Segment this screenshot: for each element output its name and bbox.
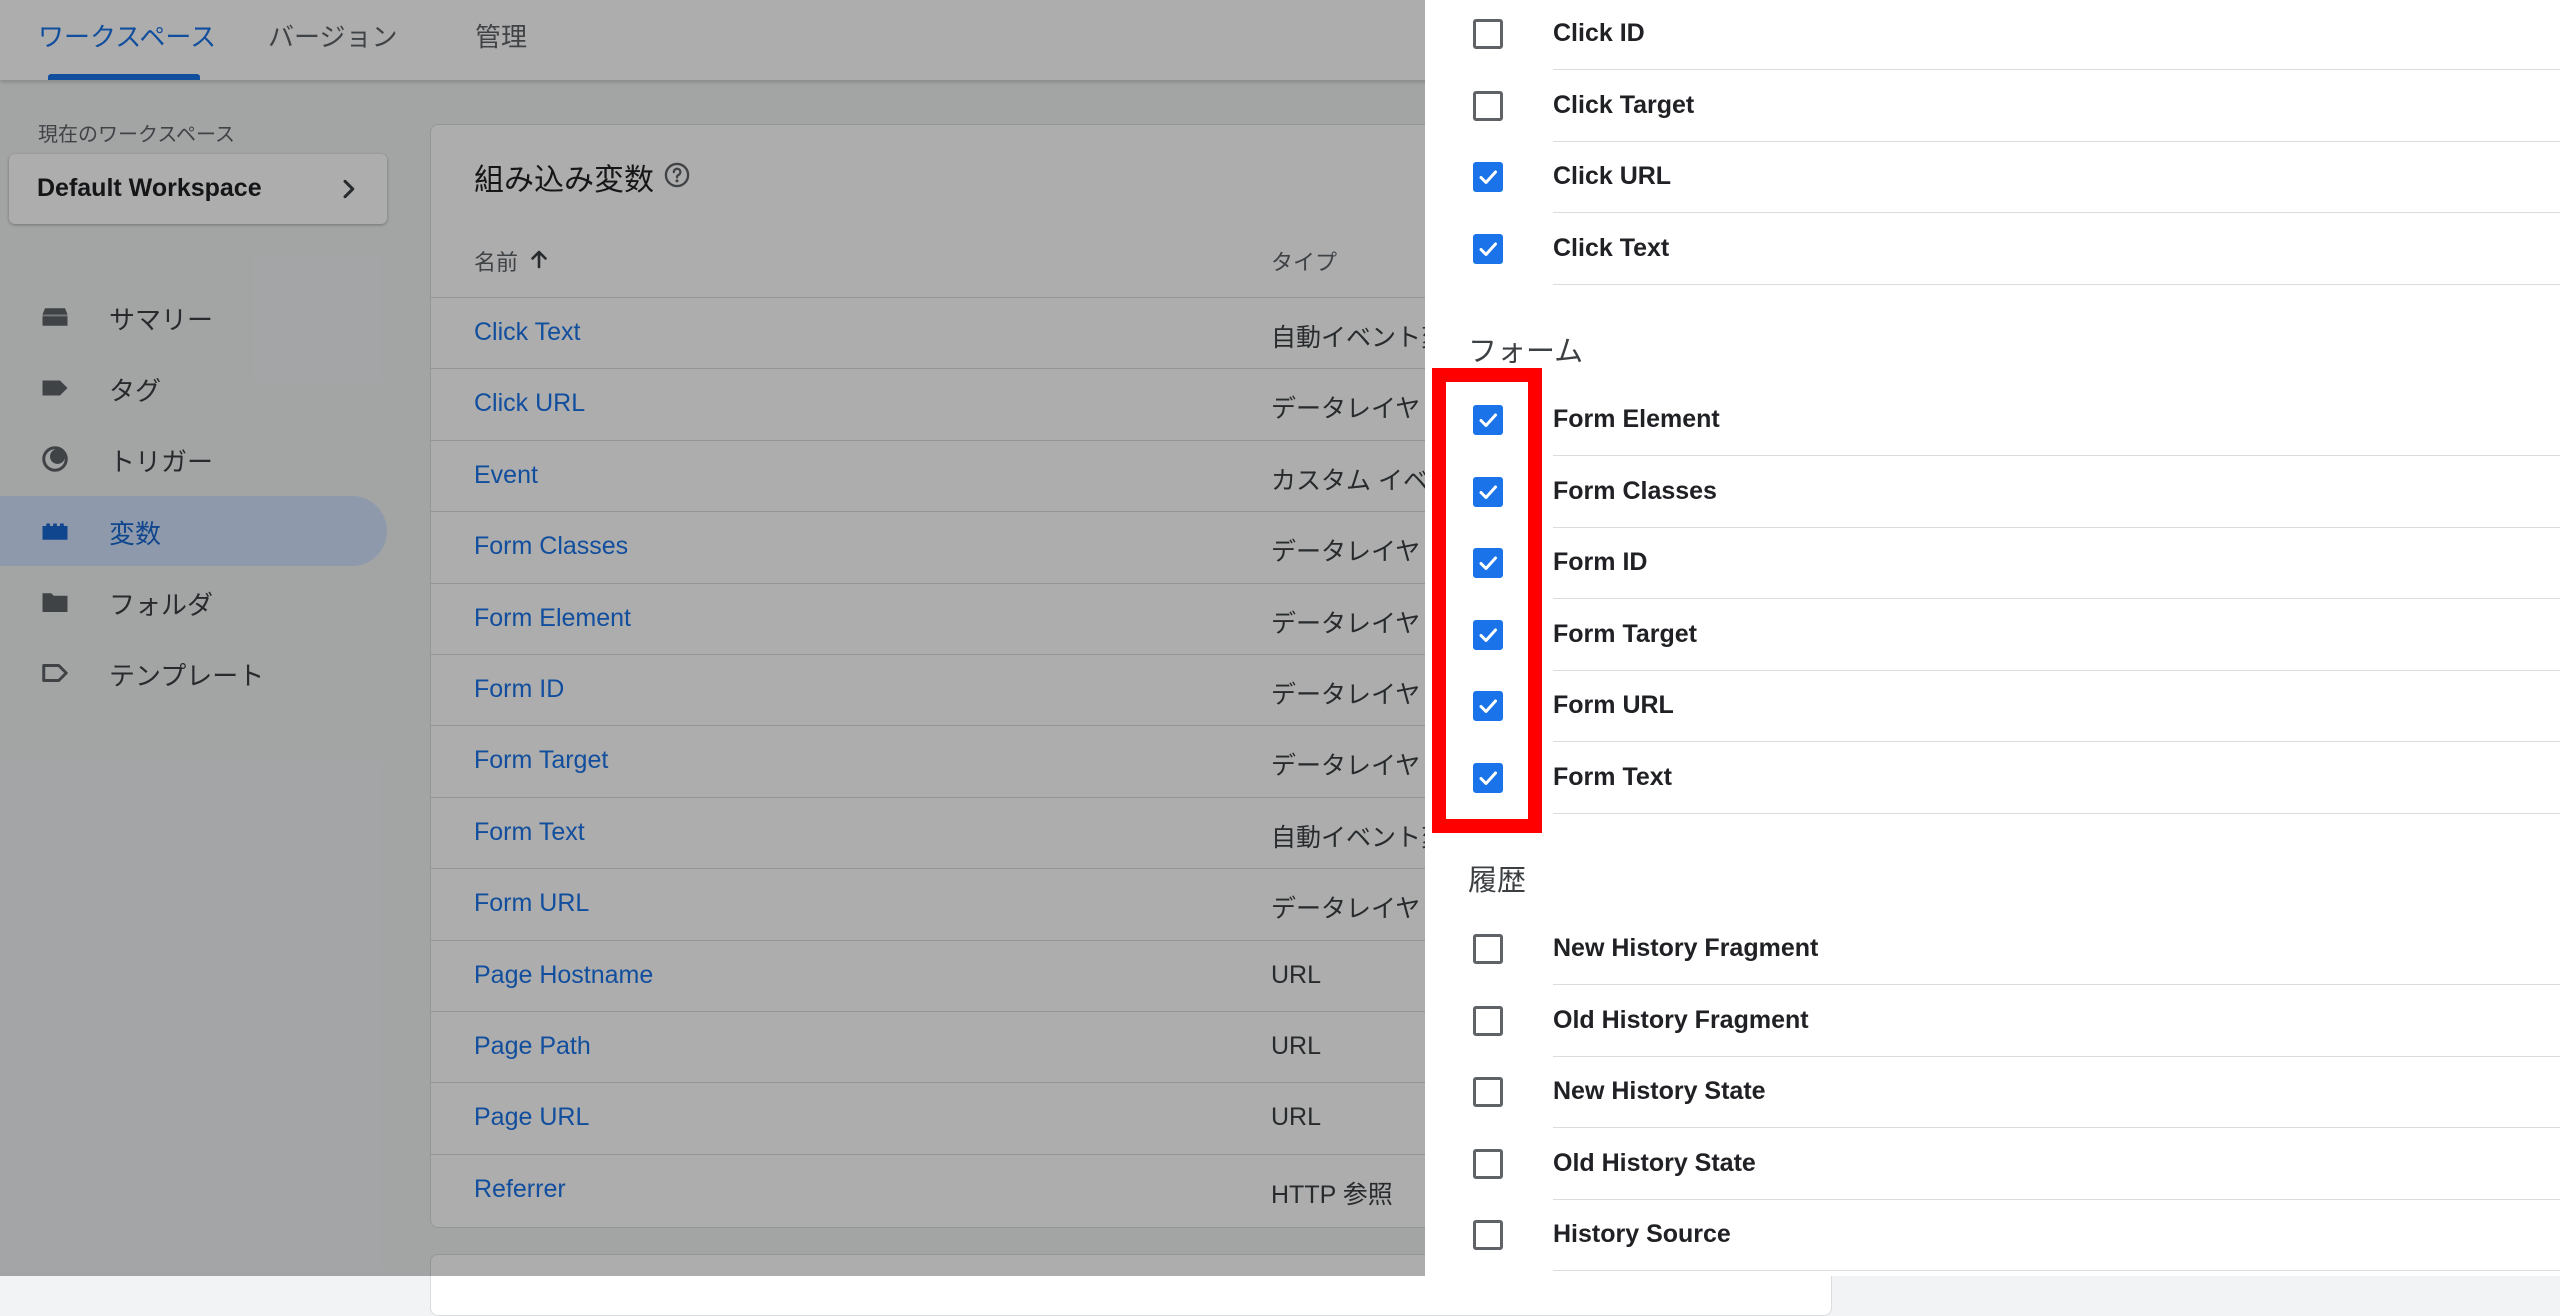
variable-checkbox-row[interactable]: Click Target xyxy=(1425,71,2560,142)
row-divider xyxy=(1553,812,2560,814)
variable-checkbox-row[interactable]: Form ID xyxy=(1425,528,2560,599)
checkbox-label: Form Classes xyxy=(1553,476,1717,505)
section-heading-history: 履歴 xyxy=(1468,865,1527,897)
variable-checkbox-row[interactable]: Old History State xyxy=(1425,1129,2560,1200)
variable-checkbox-row[interactable]: Click Text xyxy=(1425,214,2560,285)
variable-checkbox-row[interactable]: New History Fragment xyxy=(1425,914,2560,985)
checkbox-unchecked[interactable] xyxy=(1473,1005,1503,1036)
variable-checkbox-row[interactable]: Click ID xyxy=(1425,0,2560,70)
variable-checkbox-row[interactable]: Form Target xyxy=(1425,600,2560,671)
variable-checkbox-row[interactable]: History Source xyxy=(1425,1200,2560,1271)
checkbox-label: Click ID xyxy=(1553,19,1645,47)
highlight-box xyxy=(1432,368,1542,833)
checkbox-checked[interactable] xyxy=(1473,162,1503,192)
checkbox-label: Form ID xyxy=(1553,548,1648,576)
checkbox-checked[interactable] xyxy=(1473,233,1503,264)
checkbox-unchecked[interactable] xyxy=(1473,934,1503,964)
checkbox-unchecked[interactable] xyxy=(1473,19,1503,49)
checkbox-label: Old History State xyxy=(1553,1148,1756,1177)
checkbox-unchecked[interactable] xyxy=(1473,1077,1503,1107)
checkbox-label: Form URL xyxy=(1553,691,1674,719)
checkbox-label: Form Text xyxy=(1553,762,1672,791)
checkbox-label: Form Element xyxy=(1553,405,1720,433)
variable-checkbox-row[interactable]: Form Element xyxy=(1425,385,2560,456)
variable-checkbox-row[interactable]: New History State xyxy=(1425,1057,2560,1128)
variable-checkbox-row[interactable]: Form URL xyxy=(1425,671,2560,742)
checkbox-unchecked[interactable] xyxy=(1473,1148,1503,1179)
checkbox-unchecked[interactable] xyxy=(1473,1220,1503,1250)
checkbox-label: Click Target xyxy=(1553,90,1695,119)
configure-variables-panel: Click ID Click Target Click URL Click Text … xyxy=(1425,0,2560,1276)
checkbox-label: Old History Fragment xyxy=(1553,1005,1809,1034)
variable-checkbox-row[interactable]: Form Text xyxy=(1425,743,2560,814)
row-divider xyxy=(1553,1270,2560,1271)
checkbox-unchecked[interactable] xyxy=(1473,90,1503,121)
checkbox-label: New History State xyxy=(1553,1077,1766,1105)
variable-checkbox-row[interactable]: Click URL xyxy=(1425,142,2560,213)
checkbox-label: New History Fragment xyxy=(1553,934,1819,962)
variable-checkbox-row[interactable]: Old History Fragment xyxy=(1425,986,2560,1057)
row-divider xyxy=(1553,283,2560,285)
checkbox-label: History Source xyxy=(1553,1220,1731,1248)
checkmark-icon xyxy=(1479,242,1497,256)
variable-checkbox-row[interactable]: Form Classes xyxy=(1425,457,2560,528)
checkbox-label: Click URL xyxy=(1553,162,1672,190)
checkmark-icon xyxy=(1479,170,1497,184)
checkbox-label: Form Target xyxy=(1553,619,1697,648)
section-heading-form: フォーム xyxy=(1468,336,1584,368)
checkbox-label: Click Text xyxy=(1553,233,1670,262)
